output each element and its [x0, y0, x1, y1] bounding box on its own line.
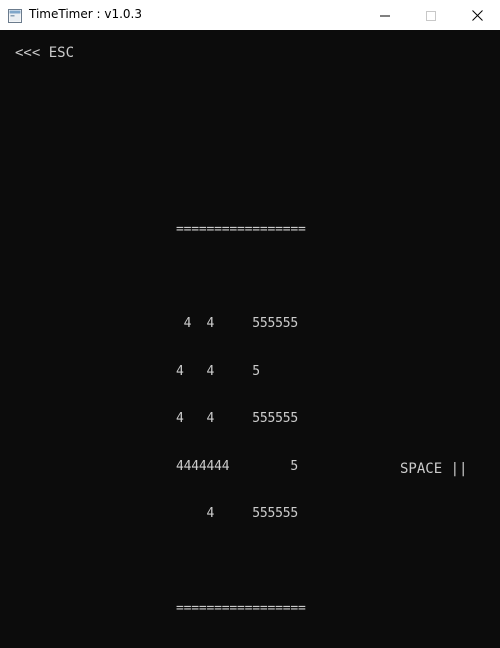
timer-border-top: ================= — [176, 221, 306, 237]
close-button[interactable] — [454, 0, 500, 30]
timer-digit-row: 4444444 5 — [176, 458, 299, 474]
timer-digit-row: 4 4 555555 — [176, 316, 299, 332]
maximize-button[interactable] — [408, 0, 454, 30]
timer-blank-line — [176, 553, 306, 569]
maximize-icon — [426, 6, 436, 25]
minimize-icon — [380, 6, 390, 25]
timer-digit-row: 4 4 555555 — [176, 411, 299, 427]
title-bar[interactable]: TimeTimer : v1.0.3 — [0, 0, 500, 30]
console-area[interactable]: <<< ESC ================= 4 4 555555 4 4… — [0, 30, 500, 616]
timer-digit-row: 4 4 5 — [176, 363, 260, 379]
window-title: TimeTimer : v1.0.3 — [29, 7, 142, 21]
timer-blank-line — [176, 269, 306, 285]
minimize-button[interactable] — [362, 0, 408, 30]
space-pause-hint: SPACE || — [400, 461, 468, 477]
timer-border-bottom: ================= — [176, 600, 306, 616]
close-icon — [471, 6, 483, 25]
timer-digit-row: 4 555555 — [176, 505, 299, 521]
countdown-display: ================= 4 4 555555 4 4 5 4 4 5… — [176, 190, 306, 648]
console-app-icon — [8, 8, 22, 23]
esc-hint: <<< ESC — [15, 45, 75, 61]
